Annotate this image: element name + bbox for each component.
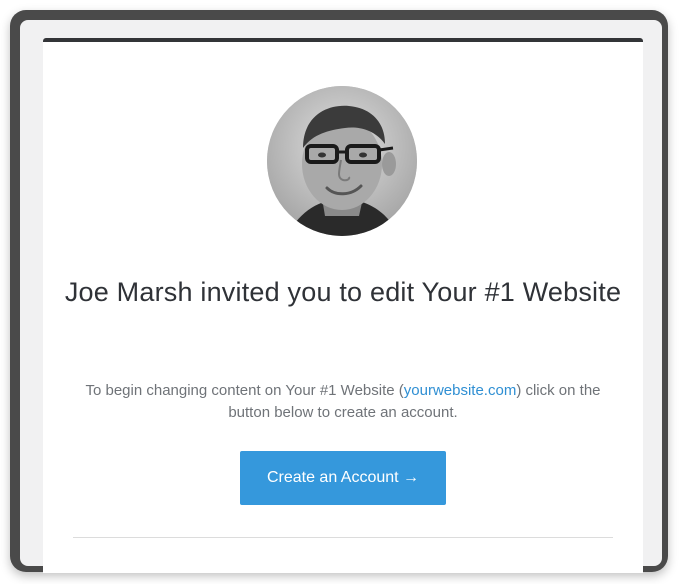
avatar-photo-icon <box>267 86 417 236</box>
website-link[interactable]: yourwebsite.com <box>404 382 517 399</box>
invite-message: To begin changing content on Your #1 Web… <box>73 380 613 424</box>
avatar <box>267 86 417 236</box>
message-prefix: To begin changing content on Your #1 Web… <box>85 382 404 399</box>
invite-title: Joe Marsh invited you to edit Your #1 We… <box>64 277 622 307</box>
create-account-button[interactable]: Create an Account → <box>240 451 446 505</box>
email-card: Joe Marsh invited you to edit Your #1 We… <box>43 38 643 573</box>
divider <box>73 537 613 538</box>
